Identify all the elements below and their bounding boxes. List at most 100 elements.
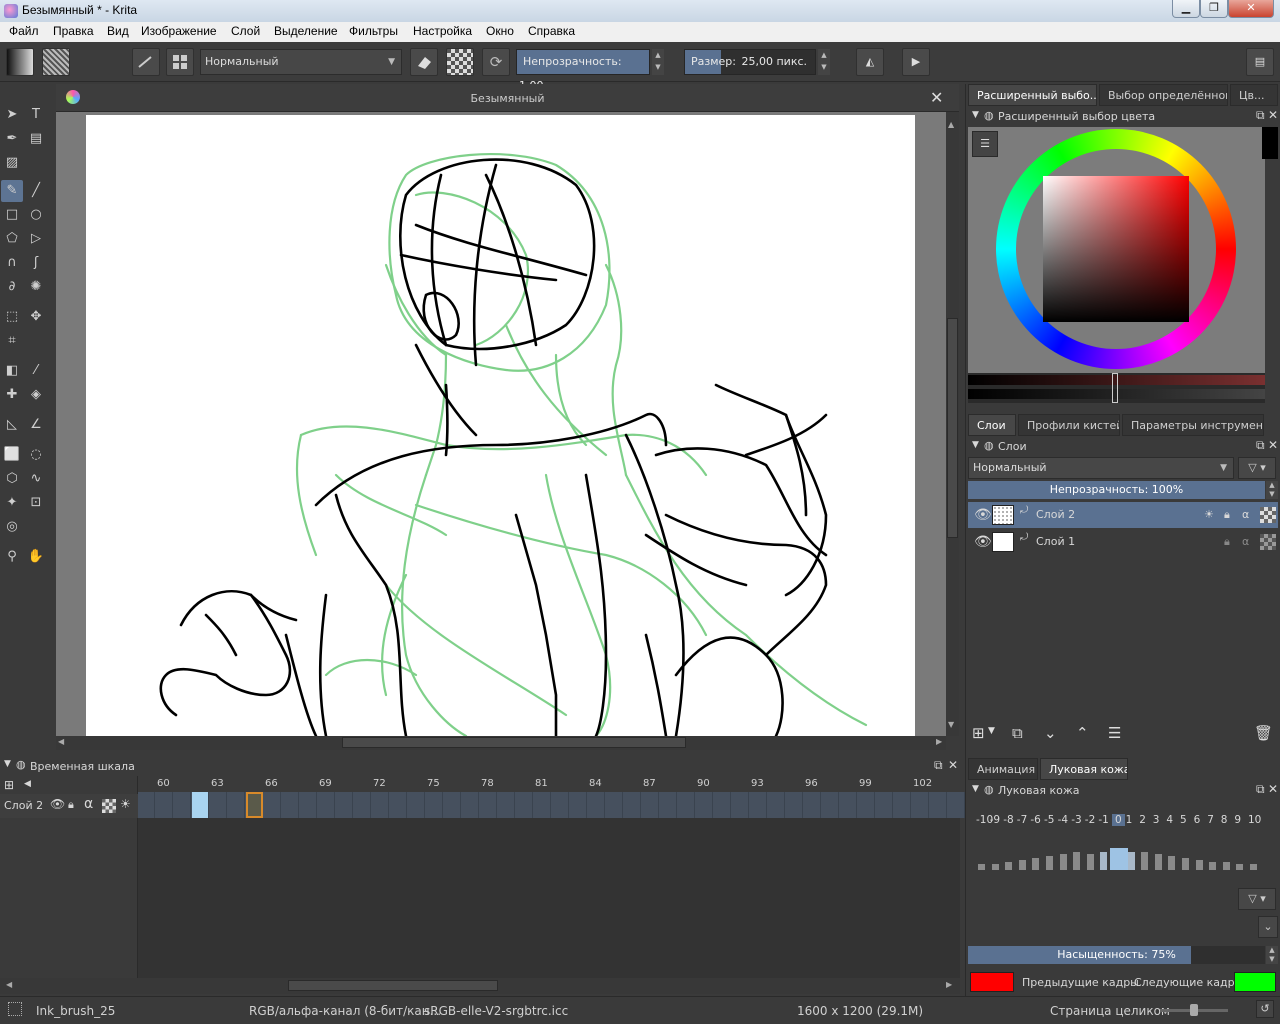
layer-blend-mode-select[interactable]: Нормальный ▼ <box>968 457 1234 479</box>
close-docker-icon[interactable]: ✕ <box>1268 438 1278 452</box>
onion-opacity-bar[interactable] <box>1086 854 1094 870</box>
frame-cell[interactable] <box>282 792 299 818</box>
vertical-scroll-thumb[interactable] <box>947 318 958 538</box>
frame-cell[interactable] <box>750 792 767 818</box>
onion-frame-number[interactable]: 10 <box>1248 814 1261 826</box>
float-docker-icon[interactable]: ⧉ <box>1256 782 1265 797</box>
opacity-slider[interactable]: Непрозрачность: 1,00 <box>516 49 650 92</box>
frame-cell[interactable] <box>624 792 641 818</box>
frame-cell[interactable] <box>660 792 677 818</box>
onion-frame-number[interactable]: -9 <box>990 814 1000 826</box>
onion-frame-number[interactable]: 5 <box>1180 814 1187 826</box>
close-document-icon[interactable]: ✕ <box>930 88 943 107</box>
frame-cell[interactable] <box>498 792 515 818</box>
layer-lock-icon[interactable]: 🔒︎ <box>1224 502 1230 528</box>
onion-filter-icon[interactable]: ▽ ▾ <box>1238 888 1276 910</box>
onion-opacity-bar[interactable] <box>1018 860 1026 870</box>
frame-cell[interactable] <box>894 792 911 818</box>
float-docker-icon[interactable]: ⧉ <box>1256 438 1265 453</box>
move-layer-down-icon[interactable]: ⌄ <box>1044 724 1057 742</box>
select-shapes-tool-icon[interactable]: ➤ <box>1 104 23 126</box>
timeline-layer-menu-icon[interactable]: ◀ <box>24 779 31 789</box>
onion-frame-number[interactable]: -7 <box>1017 814 1027 826</box>
polygon-select-tool-icon[interactable]: ⬡ <box>1 468 23 490</box>
frame-cell[interactable] <box>912 792 929 818</box>
onion-frame-number[interactable]: 4 <box>1166 814 1173 826</box>
zoom-tool-icon[interactable]: ⚲ <box>1 546 23 568</box>
layer-lock-icon[interactable]: 🔒︎ <box>68 798 74 812</box>
add-layer-menu-icon[interactable]: ▼ <box>988 726 995 736</box>
onion-frame-number[interactable]: 6 <box>1194 814 1201 826</box>
timeline-layer-row[interactable]: Слой 2 👁 🔒︎ α ☀ <box>0 794 138 818</box>
frame-cell[interactable] <box>390 792 407 818</box>
inherit-alpha-icon[interactable] <box>1260 507 1276 523</box>
lock-docker-icon[interactable]: ◍ <box>984 439 994 452</box>
onion-opacity-bar[interactable] <box>1127 852 1135 870</box>
drawing-canvas[interactable] <box>86 115 915 736</box>
document-tab[interactable]: Безымянный ✕ <box>56 84 959 112</box>
onion-opacity-bar[interactable] <box>1182 858 1189 870</box>
menu-settings[interactable]: Настройка <box>413 24 472 38</box>
freehand-select-tool-icon[interactable]: ∿ <box>25 468 47 490</box>
onion-expand-icon[interactable]: ⌄ <box>1258 916 1278 938</box>
onion-frame-number[interactable]: -5 <box>1044 814 1054 826</box>
timeline-scroll-thumb[interactable] <box>288 980 498 991</box>
onion-opacity-bar[interactable] <box>1195 860 1203 870</box>
lock-docker-icon[interactable]: ◍ <box>984 783 994 796</box>
bezier-select-tool-icon[interactable]: ◎ <box>1 516 23 538</box>
maximize-button[interactable]: ❐ <box>1200 0 1228 18</box>
onion-frame-number[interactable]: 7 <box>1207 814 1214 826</box>
canvas-vertical-scrollbar[interactable]: ▲ ▼ <box>946 112 959 736</box>
smart-patch-tool-icon[interactable]: ✚ <box>1 384 23 406</box>
docker-menu-icon[interactable]: ▤ <box>1246 48 1274 76</box>
inherit-alpha-icon[interactable] <box>102 799 116 813</box>
onion-opacity-bar[interactable] <box>1059 854 1067 870</box>
ellipse-select-tool-icon[interactable]: ◌ <box>25 444 47 466</box>
frame-cell[interactable] <box>138 792 155 818</box>
close-window-button[interactable]: ✕ <box>1228 0 1274 18</box>
dynamic-brush-tool-icon[interactable]: ∂ <box>1 276 23 298</box>
onion-frame-number[interactable]: 0 <box>1112 814 1125 826</box>
frame-cell[interactable] <box>264 792 281 818</box>
move-layer-up-icon[interactable]: ⌃ <box>1076 724 1089 742</box>
inherit-alpha-icon[interactable] <box>1260 534 1276 550</box>
frame-cell[interactable] <box>354 792 371 818</box>
color-settings-icon[interactable]: ☰ <box>972 131 998 157</box>
ellipse-tool-icon[interactable]: ○ <box>25 204 47 226</box>
onion-opacity-bar[interactable] <box>1250 864 1257 870</box>
onion-opacity-bar[interactable] <box>1046 856 1053 870</box>
menu-window[interactable]: Окно <box>486 24 514 38</box>
alpha-lock-icon[interactable]: α <box>84 796 93 812</box>
menu-edit[interactable]: Правка <box>53 24 94 38</box>
multibrush-tool-icon[interactable]: ✺ <box>25 276 47 298</box>
eraser-mode-icon[interactable] <box>410 48 438 76</box>
lock-docker-icon[interactable]: ◍ <box>16 758 26 771</box>
frame-cell[interactable] <box>732 792 749 818</box>
animation-layer-icon[interactable]: ☀ <box>1204 502 1214 528</box>
rect-select-tool-icon[interactable]: ⬜ <box>1 444 23 466</box>
frame-cell[interactable] <box>480 792 497 818</box>
brush-preset-button[interactable] <box>132 48 160 76</box>
onion-skin-layer-icon[interactable]: ⤾ <box>1020 498 1028 524</box>
frame-cell[interactable] <box>588 792 605 818</box>
similar-select-tool-icon[interactable]: ⊡ <box>25 492 47 514</box>
canvas-horizontal-scrollbar[interactable]: ◀ ▶ <box>56 736 946 750</box>
duplicate-layer-icon[interactable]: ⧉ <box>1012 724 1023 742</box>
fill-tool-icon[interactable]: ◈ <box>25 384 47 406</box>
polyline-tool-icon[interactable]: ▷ <box>25 228 47 250</box>
opacity-spin[interactable]: ▲ ▼ <box>652 49 664 75</box>
next-frames-color-swatch[interactable] <box>1234 972 1276 992</box>
onion-frame-number[interactable]: -4 <box>1058 814 1068 826</box>
add-timeline-layer-icon[interactable]: ⊞ <box>4 778 14 792</box>
onion-opacity-bar[interactable] <box>1209 862 1217 870</box>
visibility-eye-icon[interactable]: 👁 <box>50 797 65 811</box>
close-docker-icon[interactable]: ✕ <box>1268 108 1278 122</box>
pattern-preset-button[interactable] <box>42 48 70 76</box>
selection-status-icon[interactable] <box>8 1002 22 1016</box>
tab-layers[interactable]: Слои <box>968 414 1016 436</box>
pan-tool-icon[interactable]: ✋ <box>25 546 47 568</box>
color-profile-info[interactable]: sRGB-elle-V2-srgbtrc.icc <box>424 1004 568 1018</box>
menu-view[interactable]: Вид <box>107 24 129 38</box>
frame-cell[interactable] <box>696 792 713 818</box>
crop-tool-icon[interactable]: ⌗ <box>1 330 23 352</box>
